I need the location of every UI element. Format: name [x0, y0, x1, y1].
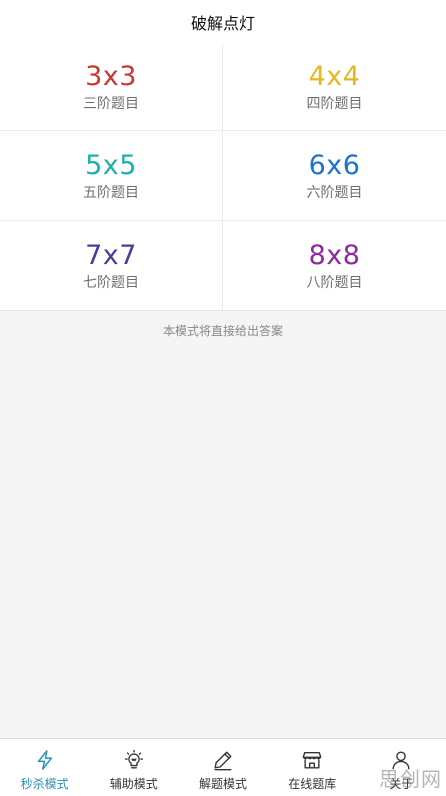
tab-online-library[interactable]: 在线题库 — [268, 739, 357, 796]
watermark-logo: 思创网 — [379, 767, 442, 791]
tab-instant-mode[interactable]: 秒杀模式 — [0, 739, 89, 796]
level-label: 五阶题目 — [83, 184, 139, 201]
level-3x3-card[interactable]: 3x3 三阶题目 — [0, 44, 223, 131]
tab-label: 辅助模式 — [109, 777, 158, 791]
level-6x6-card[interactable]: 6x6 六阶题目 — [223, 131, 446, 221]
level-8x8-card[interactable]: 8x8 八阶题目 — [223, 221, 446, 311]
level-grid: 3x3 三阶题目 4x4 四阶题目 5x5 五阶题目 6x6 六阶题目 7x7 … — [0, 44, 446, 311]
level-label: 七阶题目 — [83, 274, 139, 291]
lightbulb-icon — [124, 749, 143, 769]
lightning-icon — [37, 750, 52, 770]
tab-assist-mode[interactable]: 辅助模式 — [89, 739, 178, 796]
level-size: 4x4 — [308, 61, 361, 92]
level-size: 6x6 — [308, 149, 361, 181]
tab-label: 在线题库 — [288, 777, 337, 791]
page-title: 破解点灯 — [190, 14, 255, 33]
level-size: 5x5 — [85, 149, 137, 181]
level-label: 八阶题目 — [306, 274, 363, 291]
level-size: 7x7 — [85, 239, 137, 271]
app-header: 破解点灯 — [0, 0, 446, 44]
store-icon — [302, 751, 322, 769]
level-label: 四阶题目 — [306, 96, 363, 112]
level-5x5-card[interactable]: 5x5 五阶题目 — [0, 131, 223, 221]
level-label: 六阶题目 — [306, 184, 363, 201]
level-size: 8x8 — [308, 239, 361, 271]
level-size: 3x3 — [85, 61, 137, 92]
level-7x7-card[interactable]: 7x7 七阶题目 — [0, 221, 223, 311]
level-label: 三阶题目 — [83, 96, 139, 112]
tab-label: 解题模式 — [199, 777, 248, 791]
level-4x4-card[interactable]: 4x4 四阶题目 — [223, 44, 446, 131]
tab-label: 秒杀模式 — [20, 777, 69, 791]
tab-solve-mode[interactable]: 解题模式 — [178, 739, 267, 796]
mode-hint: 本模式将直接给出答案 — [162, 324, 283, 338]
pencil-icon — [214, 751, 232, 771]
